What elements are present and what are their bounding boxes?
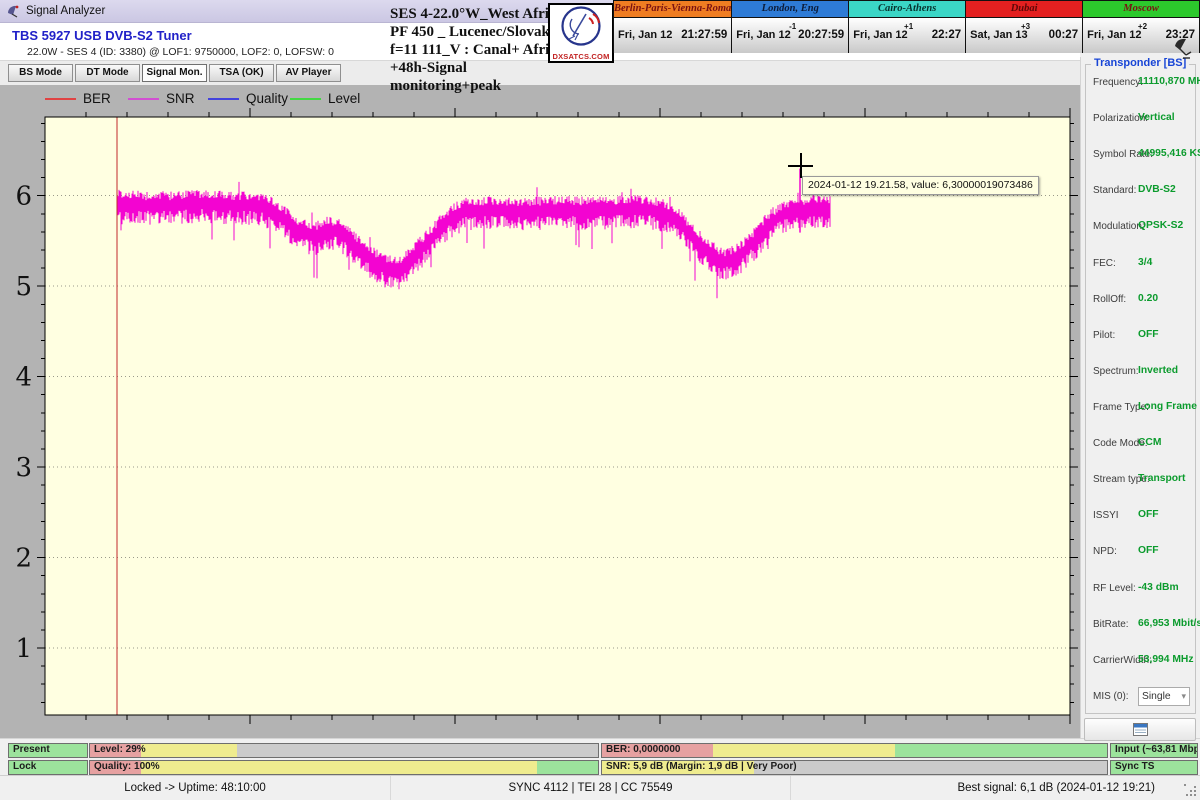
dxsatcs-logo: DXSATCS.COM (548, 3, 614, 63)
mis-select[interactable]: Single ▾ (1138, 687, 1190, 706)
tab-signal-mon[interactable]: Signal Mon. (142, 64, 207, 82)
present-indicator: Present (8, 743, 88, 758)
clock-date: Fri, Jan 12 (736, 29, 790, 41)
field-npd: NPD:OFF (1086, 546, 1195, 560)
app-icon (6, 4, 20, 18)
field-mis: MIS (0): Single ▾ (1086, 691, 1195, 705)
clock-utc-offset: +2 (1138, 22, 1147, 31)
clock-city-label: Berlin-Paris-Vienna-Roma (614, 1, 731, 18)
window-icon (1133, 723, 1148, 736)
clock-body: Fri, Jan 12 -1 20:27:59 (732, 18, 848, 53)
field-fec: FEC:3/4 (1086, 258, 1195, 272)
svg-text:5: 5 (15, 272, 32, 302)
input-indicator: Input (~63,81 Mbps) (1110, 743, 1198, 758)
clock-date: Fri, Jan 12 (618, 29, 672, 41)
world-clocks: Berlin-Paris-Vienna-Roma Fri, Jan 12 21:… (613, 0, 1200, 53)
field-pilot: Pilot:OFF (1086, 330, 1195, 344)
window-title: Signal Analyzer (26, 5, 105, 17)
tab-tsa[interactable]: TSA (OK) (209, 64, 274, 82)
tab-av-player[interactable]: AV Player (276, 64, 341, 82)
svg-text:1: 1 (15, 634, 32, 664)
status-best-signal: Best signal: 6,1 dB (2024-01-12 19:21) (790, 776, 1200, 800)
clock-city-label: Dubai (966, 1, 1082, 18)
crosshair-cursor (788, 153, 813, 178)
field-polarization: Polarization:Vertical (1086, 113, 1195, 127)
transponder-fields: Frequency:11110,870 MHz Polarization:Ver… (1086, 77, 1195, 705)
svg-text:3: 3 (15, 453, 32, 483)
ber-progress-bar: BER: 0,0000000 (601, 743, 1108, 758)
clock-city-label: Moscow (1083, 1, 1199, 18)
satellite-dish-icon (1172, 36, 1194, 60)
clock-time: 20:27:59 (798, 29, 844, 41)
tab-bs-mode[interactable]: BS Mode (8, 64, 73, 82)
transponder-panel: Transponder [BS] Frequency:11110,870 MHz… (1080, 57, 1200, 738)
svg-text:2: 2 (15, 544, 32, 574)
clock-body: Fri, Jan 12 +1 22:27 (849, 18, 965, 53)
field-stream-type: Stream type:Transport (1086, 474, 1195, 488)
field-standard: Standard:DVB-S2 (1086, 185, 1195, 199)
field-rf-level: RF Level:-43 dBm (1086, 583, 1195, 597)
panel-action-button[interactable] (1084, 718, 1196, 741)
indicator-bars: Present Level: 29% BER: 0,0000000 Input … (0, 738, 1200, 775)
dxsatcs-logo-inner: DXSATCS.COM (550, 5, 612, 61)
clock-body: Sat, Jan 13 +3 00:27 (966, 18, 1082, 53)
signal-analyzer-window: Signal Analyzer TBS 5927 USB DVB-S2 Tune… (0, 0, 1200, 800)
field-frame-type: Frame Type:Long Frame (1086, 402, 1195, 416)
logo-text: DXSATCS.COM (550, 52, 612, 61)
data-tooltip: 2024-01-12 19.21.58, value: 6,3000001907… (802, 176, 1039, 195)
clock-date: Fri, Jan 12 (1087, 29, 1141, 41)
clock-city-label: Cairo-Athens (849, 1, 965, 18)
level-progress-bar: Level: 29% (89, 743, 599, 758)
field-modulation: Modulation:QPSK-S2 (1086, 221, 1195, 235)
clock-body: Fri, Jan 12 21:27:59 (614, 18, 731, 53)
field-frequency: Frequency:11110,870 MHz (1086, 77, 1195, 91)
clock-utc-offset: +1 (904, 22, 913, 31)
status-sync-counters: SYNC 4112 | TEI 28 | CC 75549 (390, 776, 790, 800)
clock-date: Sat, Jan 13 (970, 29, 1027, 41)
svg-text:4: 4 (15, 363, 32, 393)
field-spectrum: Spectrum:Inverted (1086, 366, 1195, 380)
transponder-groupbox: Transponder [BS] Frequency:11110,870 MHz… (1085, 64, 1196, 714)
snr-progress-bar: SNR: 5,9 dB (Margin: 1,9 dB | Very Poor) (601, 760, 1108, 775)
clock-time: 00:27 (1049, 29, 1078, 41)
tab-dt-mode[interactable]: DT Mode (75, 64, 140, 82)
clock-date: Fri, Jan 12 (853, 29, 907, 41)
field-rolloff: RollOff:0.20 (1086, 294, 1195, 308)
quality-progress-bar: Quality: 100% (89, 760, 599, 775)
clock-city-label: London, Eng (732, 1, 848, 18)
clock-london: London, Eng Fri, Jan 12 -1 20:27:59 (732, 0, 849, 53)
field-code-mode: Code Mode:CCM (1086, 438, 1195, 452)
clock-cairo-athens: Cairo-Athens Fri, Jan 12 +1 22:27 (849, 0, 966, 53)
tuner-details: 22.0W - SES 4 (ID: 3380) @ LOF1: 9750000… (27, 46, 334, 58)
field-issyi: ISSYIOFF (1086, 510, 1195, 524)
chart-area: BER SNR Quality Level 123456 2024-01-12 … (0, 85, 1080, 740)
mission-line: +48h-Signal monitoring+peak (390, 59, 580, 95)
field-carrierwidth: CarrierWidth:53,994 MHz (1086, 655, 1195, 669)
svg-text:6: 6 (15, 182, 32, 212)
clock-berlin-paris-vienna-roma: Berlin-Paris-Vienna-Roma Fri, Jan 12 21:… (613, 0, 732, 53)
clock-utc-offset: +3 (1021, 22, 1030, 31)
status-uptime: Locked -> Uptime: 48:10:00 (0, 776, 390, 800)
tuner-name: TBS 5927 USB DVB-S2 Tuner (12, 28, 192, 43)
lock-indicator: Lock (8, 760, 88, 775)
resize-grip[interactable] (1184, 784, 1197, 797)
field-symbol-rate: Symbol Rate:44995,416 KS/s (1086, 149, 1195, 163)
clock-time: 21:27:59 (681, 29, 727, 41)
field-bitrate: BitRate:66,953 Mbit/s (1086, 619, 1195, 633)
status-bar: Locked -> Uptime: 48:10:00 SYNC 4112 | T… (0, 775, 1200, 800)
clock-dubai: Dubai Sat, Jan 13 +3 00:27 (966, 0, 1083, 53)
satellite-dish-logo-icon (551, 5, 611, 49)
clock-utc-offset: -1 (789, 22, 796, 31)
clock-time: 22:27 (932, 29, 961, 41)
chevron-down-icon: ▾ (1181, 691, 1186, 702)
sync-ts-indicator: Sync TS (1110, 760, 1198, 775)
